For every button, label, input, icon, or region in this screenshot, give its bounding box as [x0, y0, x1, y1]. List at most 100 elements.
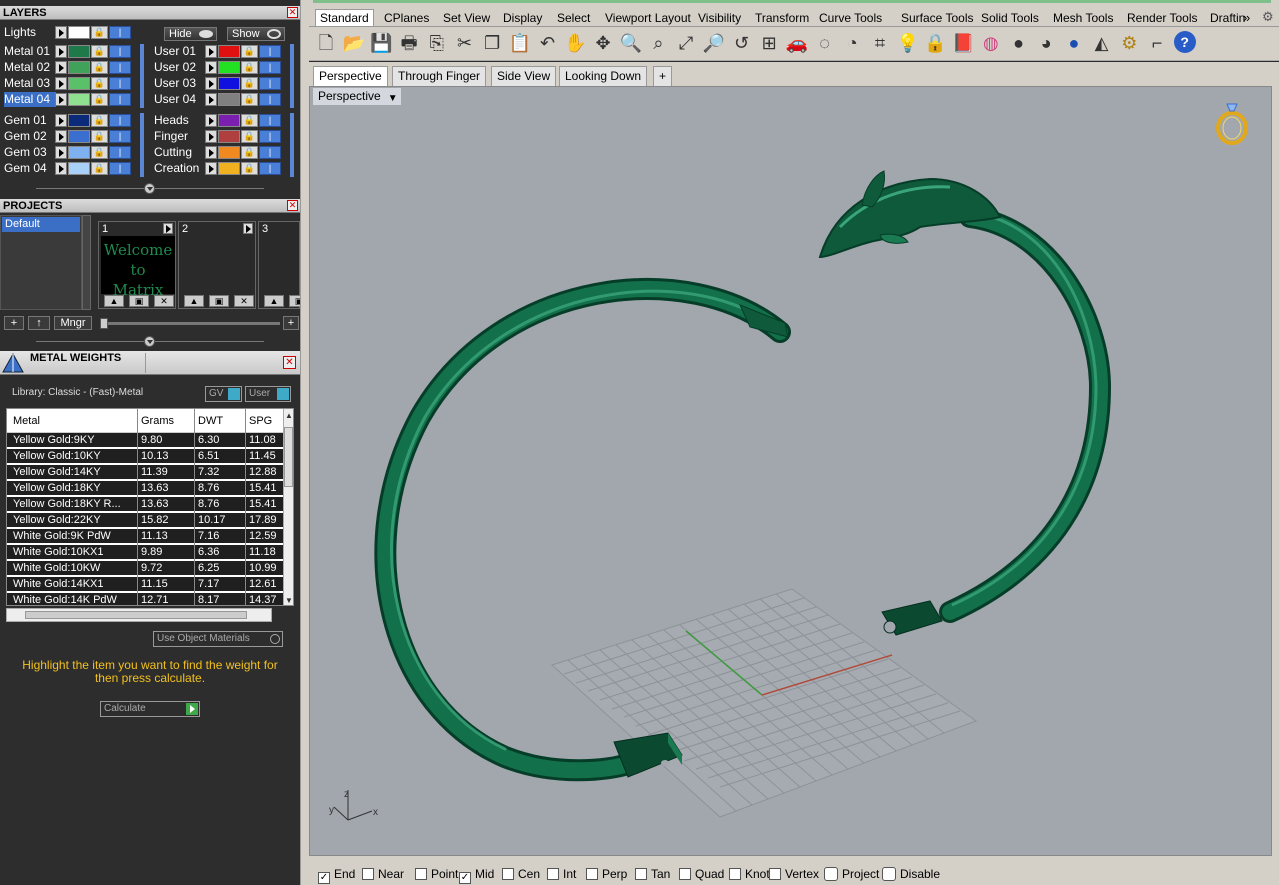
color-swatch[interactable] — [68, 26, 90, 39]
visibility-icon[interactable]: | — [109, 93, 131, 106]
lock-icon[interactable]: 🔒 — [241, 93, 258, 106]
more-tabs-icon[interactable]: » — [1243, 10, 1250, 25]
checkbox[interactable] — [547, 868, 559, 880]
collapse-icon[interactable] — [144, 183, 155, 194]
radio-icon[interactable] — [270, 634, 280, 644]
status-toggle[interactable]: Disable — [882, 867, 940, 881]
arrow-right-icon[interactable] — [55, 45, 67, 58]
visibility-icon[interactable]: | — [109, 45, 131, 58]
arrow-right-icon[interactable] — [205, 45, 217, 58]
color-swatch[interactable] — [218, 162, 240, 175]
paste-icon[interactable]: 📋 — [509, 31, 531, 55]
toolbar-tab[interactable]: Standard — [315, 9, 374, 26]
lock-icon[interactable]: 🔒 — [91, 93, 108, 106]
lock-icon[interactable]: 🔒 — [241, 45, 258, 58]
toolbar-tab[interactable]: Viewport Layout — [605, 11, 691, 25]
project-card-2[interactable]: 2 ▲ ▣ ✕ — [178, 221, 256, 309]
options-icon[interactable]: ⚙ — [1118, 31, 1140, 55]
project-list[interactable]: Default — [0, 215, 82, 310]
user-toggle[interactable]: User — [245, 386, 291, 402]
toolbar-tab[interactable]: Draftin — [1210, 11, 1245, 25]
grid-icon[interactable]: ⌗ — [869, 31, 891, 55]
project-card-1[interactable]: 1 Welcome to Matrix ▲ ▣ ✕ — [98, 221, 176, 309]
layer-row[interactable]: Finger 🔒 | — [150, 129, 290, 144]
table-row[interactable]: White Gold:14KX1 11.15 7.17 12.61 — [7, 577, 285, 592]
arrow-right-icon[interactable] — [243, 223, 253, 234]
checkbox[interactable] — [635, 868, 647, 880]
project-thumbnail[interactable]: Welcome to Matrix — [101, 236, 175, 299]
table-row[interactable]: White Gold:14K PdW 12.71 8.17 14.37 — [7, 593, 285, 605]
visibility-icon[interactable]: | — [109, 130, 131, 143]
toolbar-tab[interactable]: Solid Tools — [981, 11, 1039, 25]
manager-button[interactable]: Mngr — [54, 316, 92, 330]
use-object-materials[interactable]: Use Object Materials — [153, 631, 283, 647]
visibility-icon[interactable]: | — [109, 114, 131, 127]
color-swatch[interactable] — [218, 77, 240, 90]
copy-icon[interactable]: ❐ — [481, 31, 503, 55]
visibility-icon[interactable]: | — [259, 146, 281, 159]
help-icon[interactable]: ? — [1173, 31, 1196, 53]
color-swatch[interactable] — [68, 93, 90, 106]
arrow-right-icon[interactable] — [205, 114, 217, 127]
add-viewport-icon[interactable]: + — [653, 66, 673, 86]
scroll-thumb[interactable] — [25, 611, 247, 619]
toolbar-tab[interactable]: Surface Tools — [901, 11, 974, 25]
visibility-icon[interactable]: | — [259, 45, 281, 58]
table-row[interactable]: Yellow Gold:18KY R... 13.63 8.76 15.41 — [7, 497, 285, 512]
lock-icon[interactable]: 🔒 — [91, 77, 108, 90]
table-row[interactable]: Yellow Gold:10KY 10.13 6.51 11.45 — [7, 449, 285, 464]
arrow-right-icon[interactable] — [205, 77, 217, 90]
toolbar-tab[interactable]: Mesh Tools — [1053, 11, 1113, 25]
osnap-toggle[interactable]: Cen — [502, 867, 540, 881]
osnap-toggle[interactable]: ✓ Mid — [459, 867, 494, 884]
color-swatch[interactable] — [218, 45, 240, 58]
hide-button[interactable]: Hide — [164, 27, 217, 41]
lock-icon[interactable]: 🔒 — [91, 162, 108, 175]
checkbox[interactable] — [824, 867, 838, 881]
color-swatch[interactable] — [68, 61, 90, 74]
color-wheel-icon[interactable]: ◍ — [980, 31, 1002, 55]
layer-row[interactable]: Metal 01 🔒 | — [0, 44, 140, 59]
move-up-button[interactable]: ↑ — [28, 316, 50, 330]
book-icon[interactable]: 📕 — [952, 31, 974, 55]
toolbar-tab[interactable]: Select — [557, 11, 590, 25]
arrow-right-icon[interactable] — [55, 146, 67, 159]
sphere-blue-icon[interactable]: ● — [1063, 31, 1085, 55]
layer-row[interactable]: Gem 04 🔒 | — [0, 161, 140, 176]
layer-row[interactable]: Gem 02 🔒 | — [0, 129, 140, 144]
layer-row[interactable]: Creation 🔒 | — [150, 161, 290, 176]
arrow-right-icon[interactable] — [55, 61, 67, 74]
table-row[interactable]: Yellow Gold:22KY 15.82 10.17 17.89 — [7, 513, 285, 528]
visibility-icon[interactable]: | — [259, 162, 281, 175]
osnap-toggle[interactable]: Point — [415, 867, 458, 881]
horizontal-scrollbar[interactable] — [6, 608, 272, 622]
arrow-right-icon[interactable] — [55, 114, 67, 127]
layer-row[interactable]: Gem 03 🔒 | — [0, 145, 140, 160]
cut-icon[interactable]: ✂ — [454, 31, 476, 55]
color-swatch[interactable] — [218, 61, 240, 74]
checkbox[interactable] — [679, 868, 691, 880]
checkbox[interactable]: ✓ — [459, 872, 471, 884]
osnap-toggle[interactable]: Quad — [679, 867, 724, 881]
osnap-toggle[interactable]: Near — [362, 867, 404, 881]
gv-toggle[interactable]: GV — [205, 386, 242, 402]
lock-icon[interactable]: 🔒 — [91, 45, 108, 58]
upload-icon[interactable]: ▲ — [264, 295, 284, 307]
lock-icon[interactable]: 🔒 — [241, 77, 258, 90]
undo-view-icon[interactable]: ↺ — [731, 31, 753, 55]
table-row[interactable]: Yellow Gold:18KY 13.63 8.76 15.41 — [7, 481, 285, 496]
project-slider-track[interactable] — [100, 322, 280, 325]
scrollbar[interactable] — [82, 215, 91, 310]
column-header[interactable]: Grams — [141, 415, 174, 427]
gear-icon[interactable]: ⚙ — [1262, 9, 1274, 25]
new-file-icon[interactable]: 🗋 — [315, 31, 337, 55]
zoom-icon[interactable]: 🔍 — [620, 31, 642, 55]
dimension-icon[interactable]: ⌐ — [1146, 31, 1168, 55]
lock-icon[interactable]: 🔒 — [241, 61, 258, 74]
visibility-icon[interactable]: | — [259, 114, 281, 127]
lock-icon[interactable]: 🔒 — [91, 26, 108, 39]
layer-row[interactable]: User 02 🔒 | — [150, 60, 290, 75]
render-icon[interactable]: ◭ — [1091, 31, 1113, 55]
viewport-tab[interactable]: Looking Down — [559, 66, 648, 86]
save-icon[interactable]: ▣ — [129, 295, 149, 307]
